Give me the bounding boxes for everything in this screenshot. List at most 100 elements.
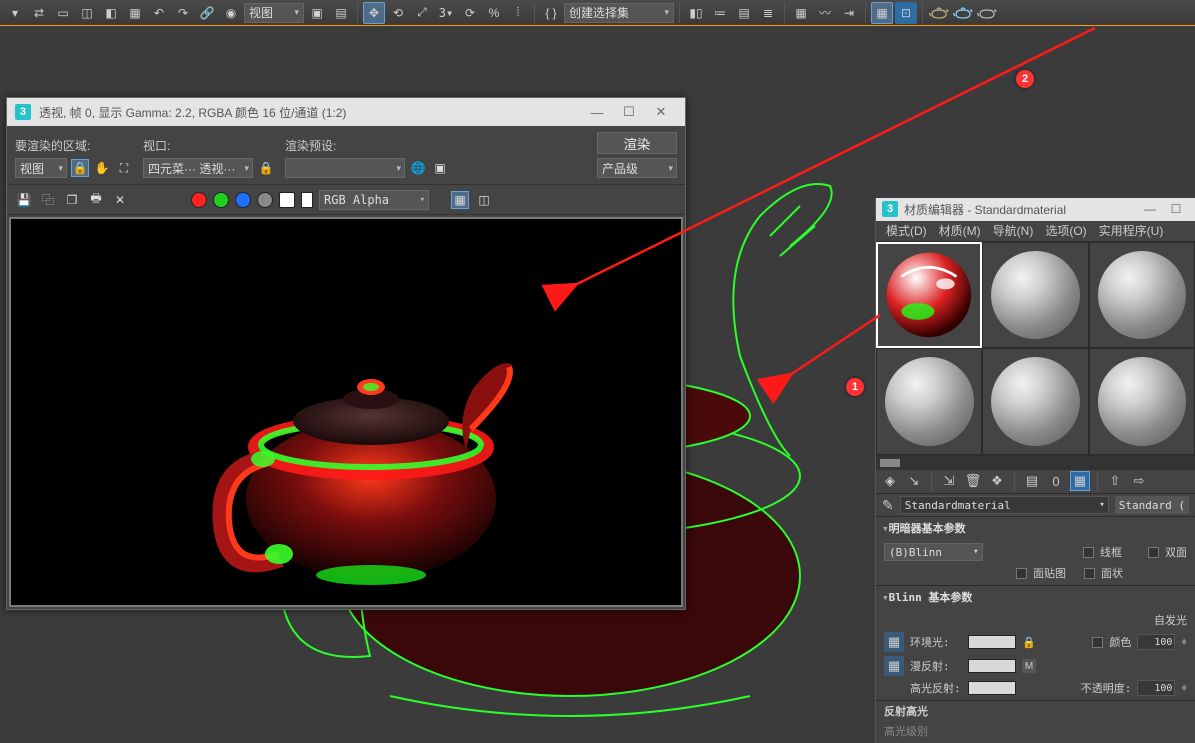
select-paint-icon[interactable]: ◧ xyxy=(100,2,122,24)
snap-angle-icon[interactable]: ⦙ xyxy=(507,2,529,24)
material-slot-1[interactable] xyxy=(876,242,982,348)
mirror-icon[interactable]: ▮▯ xyxy=(685,2,707,24)
redo-icon[interactable]: ↷ xyxy=(172,2,194,24)
menu-options[interactable]: 选项(O) xyxy=(1041,222,1090,239)
delete-icon[interactable]: 🗑 xyxy=(963,471,983,491)
go-forward-icon[interactable]: ⇨ xyxy=(1129,471,1149,491)
link-icon[interactable]: ⇄ xyxy=(28,2,50,24)
put-to-scene-icon[interactable]: ↘ xyxy=(904,471,924,491)
selfillum-color-checkbox[interactable] xyxy=(1092,637,1103,648)
ambient-lock-icon[interactable]: 🔒 xyxy=(1022,635,1036,649)
menu-util[interactable]: 实用程序(U) xyxy=(1095,222,1168,239)
preset-select[interactable] xyxy=(285,158,405,178)
menu-nav[interactable]: 导航(N) xyxy=(989,222,1038,239)
minimize-button[interactable]: — xyxy=(581,105,613,120)
two-sided-checkbox[interactable] xyxy=(1148,547,1159,558)
save-image-icon[interactable]: 💾 xyxy=(15,191,33,209)
show-map-icon[interactable]: ▦ xyxy=(1070,471,1090,491)
rotate-icon[interactable]: ⟲ xyxy=(387,2,409,24)
render-frame-icon[interactable]: ⊡ xyxy=(895,2,917,24)
channel-red[interactable] xyxy=(191,192,207,208)
shader-type-combo[interactable]: (B)Blinn xyxy=(884,543,983,561)
hand-pan-icon[interactable]: ✋ xyxy=(93,159,111,177)
material-slot-2[interactable] xyxy=(982,242,1088,348)
viewport-select[interactable]: 四元菜··· 透视··· xyxy=(143,158,253,178)
faceted-checkbox[interactable] xyxy=(1084,568,1095,579)
assign-icon[interactable]: ⇲ xyxy=(939,471,959,491)
rollout-header-blinn[interactable]: Blinn 基本参数 xyxy=(876,586,1195,608)
pick-material-icon[interactable]: ✎ xyxy=(882,497,894,514)
maximize-button[interactable]: ☐ xyxy=(613,104,645,120)
material-slot-5[interactable] xyxy=(982,348,1088,454)
material-slot-4[interactable] xyxy=(876,348,982,454)
manip-icon[interactable]: ⟳ xyxy=(459,2,481,24)
select-object-icon[interactable]: ◉ xyxy=(220,2,242,24)
make-unique-icon[interactable]: ❖ xyxy=(987,471,1007,491)
menu-material[interactable]: 材质(M) xyxy=(935,222,985,239)
percent-icon[interactable]: % xyxy=(483,2,505,24)
copy-image-icon[interactable]: ⿻ xyxy=(39,191,57,209)
clear-icon[interactable]: ✕ xyxy=(111,191,129,209)
teapot-iterate-icon[interactable] xyxy=(976,2,998,24)
toggle-ribbon-icon[interactable]: ▦ xyxy=(790,2,812,24)
schematic-icon[interactable]: ⇥ xyxy=(838,2,860,24)
rgba-select[interactable]: RGB Alpha xyxy=(319,190,429,210)
teapot-render-icon[interactable] xyxy=(928,2,950,24)
render-setup-icon[interactable]: ▦ xyxy=(871,2,893,24)
clone-image-icon[interactable]: ❐ xyxy=(63,191,81,209)
render-output-canvas[interactable] xyxy=(9,217,683,607)
preset-globe-icon[interactable]: 🌐 xyxy=(409,159,427,177)
area-select[interactable]: 视图 xyxy=(15,158,67,178)
ambient-swatch[interactable] xyxy=(968,635,1016,649)
get-material-icon[interactable]: ◈ xyxy=(880,471,900,491)
undo-icon[interactable]: ↶ xyxy=(148,2,170,24)
minimize-button[interactable]: — xyxy=(1137,202,1163,216)
toggle-overlay-icon[interactable]: ▦ xyxy=(451,191,469,209)
material-type-button[interactable]: Standard ( xyxy=(1115,496,1189,514)
render-window-titlebar[interactable]: 3 透视, 帧 0, 显示 Gamma: 2.2, RGBA 颜色 16 位/通… xyxy=(7,98,685,126)
material-id-icon[interactable]: 0 xyxy=(1046,471,1066,491)
channel-alpha[interactable] xyxy=(257,192,273,208)
region-icon[interactable]: ▦ xyxy=(124,2,146,24)
diffuse-swatch[interactable] xyxy=(968,659,1016,673)
render-mode-select[interactable]: 产品级 xyxy=(597,158,677,178)
diffuse-map-button[interactable]: M xyxy=(1022,659,1036,673)
slots-scrollbar[interactable] xyxy=(876,456,1195,470)
lock-viewport-icon[interactable]: 🔒 xyxy=(257,159,275,177)
move-icon[interactable]: ✥ xyxy=(363,2,385,24)
selfillum-spinner[interactable]: 100 xyxy=(1137,634,1175,650)
maximize-button[interactable]: ☐ xyxy=(1163,202,1189,216)
curve-editor-icon[interactable]: 〰 xyxy=(814,2,836,24)
diffuse-map-icon[interactable]: ▦ xyxy=(884,656,904,676)
scale-icon[interactable]: ⤢ xyxy=(411,2,433,24)
opacity-spinner[interactable]: 100 xyxy=(1137,680,1175,696)
channel-blue[interactable] xyxy=(235,192,251,208)
rollout-header-shader[interactable]: 明暗器基本参数 xyxy=(876,517,1195,539)
named-sel-icon[interactable]: { } xyxy=(540,2,562,24)
view-combo[interactable]: 视图 xyxy=(244,3,304,23)
material-slot-3[interactable] xyxy=(1089,242,1195,348)
layer-manager-icon[interactable]: ≣ xyxy=(757,2,779,24)
material-name-combo[interactable]: Standardmaterial xyxy=(900,496,1109,514)
selection-set-combo[interactable]: 创建选择集 xyxy=(564,3,674,23)
filter2-icon[interactable]: ▤ xyxy=(330,2,352,24)
ambient-map-icon[interactable]: ▦ xyxy=(884,632,904,652)
link-tool-icon[interactable]: 🔗 xyxy=(196,2,218,24)
menu-mode[interactable]: 模式(D) xyxy=(882,222,931,239)
preset-output-icon[interactable]: ▣ xyxy=(431,159,449,177)
align-icon[interactable]: ≔ xyxy=(709,2,731,24)
channel-mono[interactable] xyxy=(279,192,295,208)
close-button[interactable]: ✕ xyxy=(645,104,677,120)
region-crop-icon[interactable]: ⛶ xyxy=(115,159,133,177)
placement-icon[interactable]: 3▾ xyxy=(435,2,457,24)
material-editor-titlebar[interactable]: 3 材质编辑器 - Standardmaterial — ☐ xyxy=(876,198,1195,221)
select-rect-icon[interactable]: ▭ xyxy=(52,2,74,24)
cursor-icon[interactable]: ▾ xyxy=(4,2,26,24)
swatch-white[interactable] xyxy=(301,192,313,208)
select-lasso-icon[interactable]: ◫ xyxy=(76,2,98,24)
lock-area-icon[interactable]: 🔒 xyxy=(71,159,89,177)
material-slot-6[interactable] xyxy=(1089,348,1195,454)
layers-icon[interactable]: ▤ xyxy=(733,2,755,24)
facemap-checkbox[interactable] xyxy=(1016,568,1027,579)
wireframe-checkbox[interactable] xyxy=(1083,547,1094,558)
